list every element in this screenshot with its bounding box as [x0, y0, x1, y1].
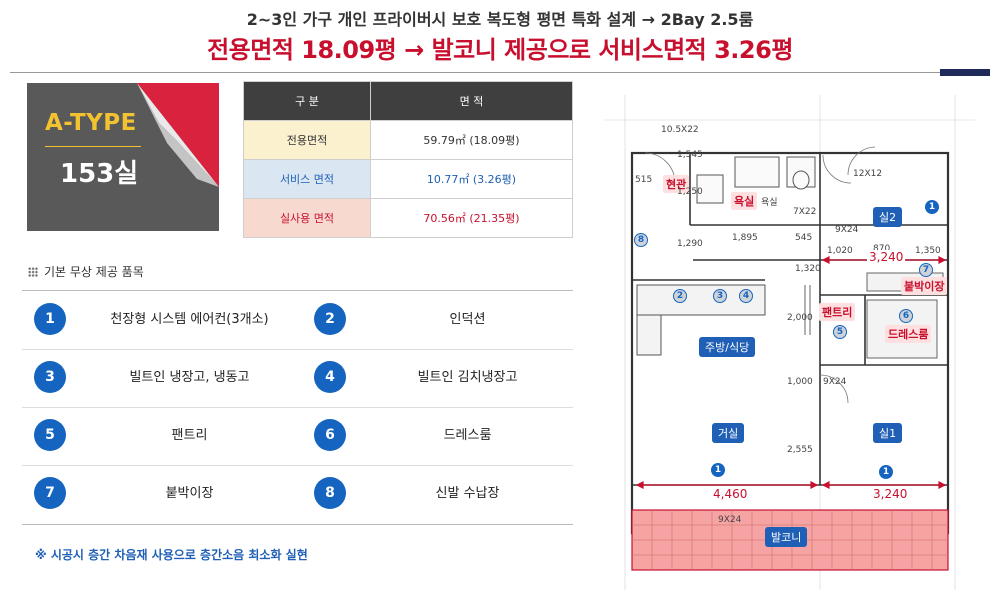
floor-plan: 현관 욕실 주방/식당 거실 실2 실1 팬트리 드레스룸 붙박이장 발코니 1… [605, 95, 975, 590]
option-number-badge: 3 [34, 361, 66, 393]
fixture-tag: 7X22 [793, 207, 817, 217]
option-label: 빌트인 냉장고, 냉동고 [129, 370, 250, 385]
dimension-label: 1,250 [677, 187, 703, 197]
option-item: 4 빌트인 김치냉장고 [302, 349, 573, 407]
fixture-tag: 9X24 [835, 225, 859, 235]
header-accent-bar [940, 69, 990, 76]
row-label: 실사용 면적 [243, 198, 371, 238]
table-header-row: 구 분 면 적 [243, 81, 573, 121]
dimension-label: 1,545 [677, 150, 703, 160]
fixture-tag: 9X24 [718, 515, 742, 525]
options-title-text: 기본 무상 제공 품목 [44, 265, 144, 279]
type-name: A-TYPE [45, 110, 137, 136]
room-label-room1: 실1 [873, 423, 903, 443]
options-title: 기본 무상 제공 품목 [28, 263, 144, 280]
row-label: 서비스 면적 [243, 159, 371, 199]
col-header-category: 구 분 [243, 81, 371, 121]
dimension-label: 1,020 [827, 246, 853, 256]
pantry-marker: 5 [833, 325, 847, 339]
header-divider [10, 72, 990, 73]
option-number-badge: 1 [34, 303, 66, 335]
closet-marker: 7 [919, 263, 933, 277]
fixture-tag: 9X24 [823, 377, 847, 387]
shoe-cabinet-marker: 8 [634, 233, 648, 247]
fixture-tag: 12X12 [853, 169, 883, 179]
option-label: 빌트인 김치냉장고 [417, 370, 518, 385]
option-number-badge: 2 [314, 303, 346, 335]
room-label-dressroom: 드레스룸 [885, 325, 932, 343]
ac-marker: 1 [925, 200, 939, 214]
option-label: 신발 수납장 [435, 486, 500, 501]
option-label: 붙박이장 [165, 486, 214, 501]
dimension-label: 515 [635, 175, 653, 185]
dimension-label: 2,000 [787, 313, 813, 323]
room-label-living: 거실 [712, 423, 745, 443]
area-table: 구 분 면 적 전용면적 59.79㎡ (18.09평) 서비스 면적 10.7… [243, 81, 573, 238]
dimension-label: 1,320 [795, 264, 821, 274]
row-value: 10.77㎡ (3.26평) [370, 159, 573, 199]
table-row: 전용면적 59.79㎡ (18.09평) [243, 120, 573, 160]
fridge-marker: 3 [713, 289, 727, 303]
row-label: 전용면적 [243, 120, 371, 160]
room-label-room2: 실2 [873, 207, 903, 227]
room-label-closet: 붙박이장 [901, 277, 948, 295]
option-item: 2 인덕션 [302, 291, 573, 349]
ac-marker: 1 [711, 463, 725, 477]
option-number-badge: 8 [314, 477, 346, 509]
option-label: 팬트리 [171, 428, 208, 443]
subtitle: 2~3인 가구 개인 프라이버시 보호 복도형 평면 특화 설계 → 2Bay … [246, 10, 754, 29]
footnote: ※ 시공시 층간 차음재 사용으로 층간소음 최소화 실현 [35, 548, 308, 562]
option-item: 8 신발 수납장 [302, 465, 573, 523]
room-label-balcony: 발코니 [765, 527, 808, 547]
option-item: 7 붙박이장 [22, 465, 297, 523]
dressroom-marker: 6 [899, 309, 913, 323]
type-underline [45, 146, 141, 147]
option-number-badge: 5 [34, 419, 66, 451]
room-label-kitchen: 주방/식당 [699, 337, 756, 357]
ac-marker: 1 [879, 465, 893, 479]
dot-grid-icon [28, 267, 38, 277]
dimension-label: 1,350 [915, 246, 941, 256]
type-card: A-TYPE 153실 [27, 83, 219, 231]
dimension-label: 4,460 [711, 487, 750, 501]
dimension-label: 3,240 [871, 487, 910, 501]
option-item: 3 빌트인 냉장고, 냉동고 [22, 349, 297, 407]
induction-marker: 2 [673, 289, 687, 303]
room-label-bathroom: 욕실 [731, 192, 758, 210]
option-item: 6 드레스룸 [302, 407, 573, 465]
dimension-label: 3,240 [867, 250, 906, 264]
options-grid: 1 천장형 시스템 에어컨(3개소) 2 인덕션 3 빌트인 냉장고, 냉동고 … [22, 290, 573, 525]
option-number-badge: 7 [34, 477, 66, 509]
dimension-label: 545 [795, 233, 813, 243]
option-label: 드레스룸 [443, 428, 492, 443]
table-row: 서비스 면적 10.77㎡ (3.26평) [243, 159, 573, 199]
col-header-area: 면 적 [370, 81, 573, 121]
option-item: 5 팬트리 [22, 407, 297, 465]
table-row: 실사용 면적 70.56㎡ (21.35평) [243, 198, 573, 238]
dimension-label: 1,290 [677, 239, 703, 249]
headline: 전용면적 18.09평 → 발코니 제공으로 서비스면적 3.26평 [207, 36, 793, 64]
fixture-tag: 욕실 [761, 198, 778, 208]
room-label-pantry: 팬트리 [819, 303, 856, 321]
dimension-label: 2,555 [787, 445, 813, 455]
option-number-badge: 4 [314, 361, 346, 393]
unit-count: 153실 [60, 159, 139, 189]
option-item: 1 천장형 시스템 에어컨(3개소) [22, 291, 297, 349]
kimchi-fridge-marker: 4 [739, 289, 753, 303]
dimension-label: 1,895 [732, 233, 758, 243]
option-label: 인덕션 [449, 312, 486, 327]
option-number-badge: 6 [314, 419, 346, 451]
fixture-tag: 10.5X22 [661, 125, 699, 135]
option-label: 천장형 시스템 에어컨(3개소) [110, 312, 269, 327]
row-value: 59.79㎡ (18.09평) [370, 120, 573, 160]
dimension-label: 1,000 [787, 377, 813, 387]
row-value: 70.56㎡ (21.35평) [370, 198, 573, 238]
